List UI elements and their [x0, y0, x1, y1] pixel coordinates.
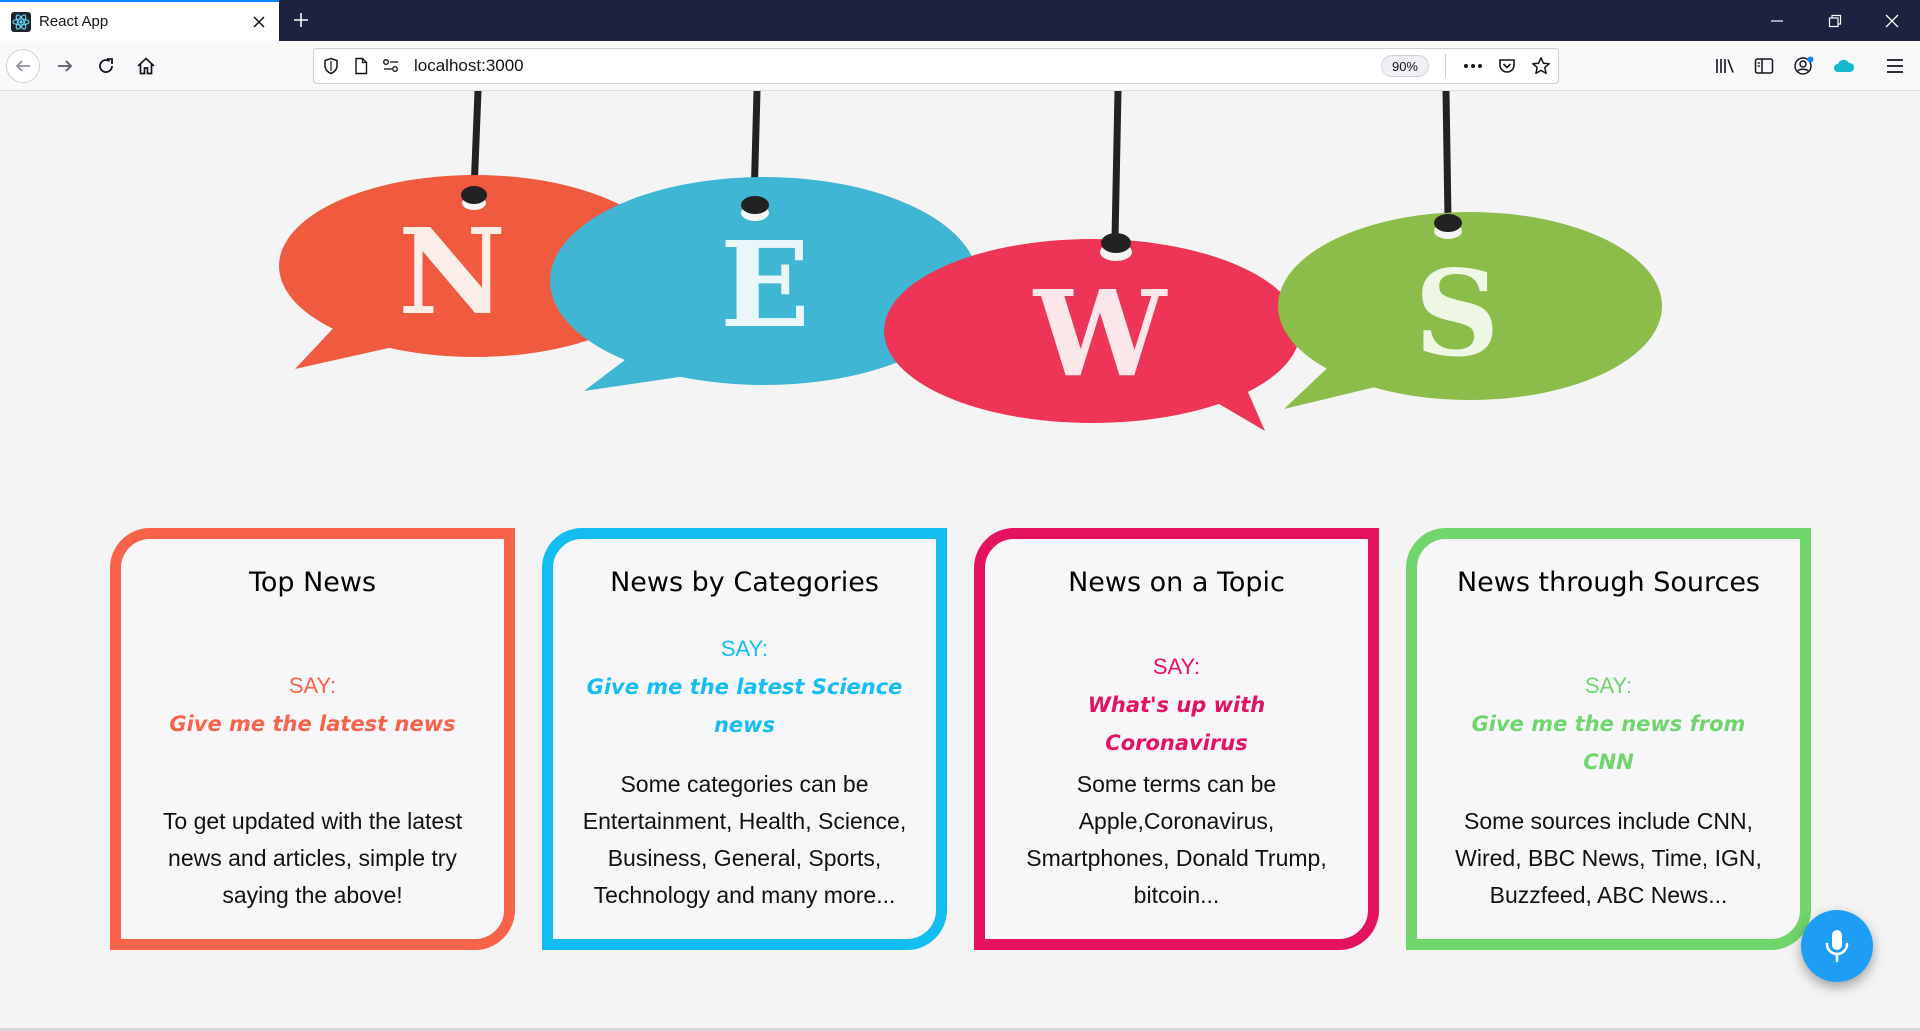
restore-button[interactable] [1807, 0, 1863, 41]
more-actions-icon[interactable] [1456, 49, 1490, 83]
reload-button[interactable] [89, 49, 123, 83]
card-title: News on a Topic [1068, 567, 1285, 598]
url-bar[interactable]: localhost:3000 90% [313, 48, 1559, 84]
card-description: Some sources include CNN, Wired, BBC New… [1455, 808, 1762, 908]
hero-letter-n: N [398, 202, 506, 341]
tab-close-icon[interactable] [247, 10, 271, 34]
menu-icon[interactable] [1878, 49, 1912, 83]
hero-bubble-w: W [884, 239, 1300, 431]
card-description: Some categories can be Entertainment, He… [582, 771, 907, 908]
hero-letter-w: W [1032, 264, 1168, 403]
forward-arrow-icon [58, 60, 73, 72]
close-window-button[interactable] [1864, 0, 1920, 41]
back-button[interactable] [6, 49, 40, 83]
browser-tab-strip: React App [0, 0, 1920, 41]
zoom-level-badge[interactable]: 90% [1380, 55, 1429, 77]
hero-letter-s: S [1414, 244, 1499, 383]
card-news-by-categories: News by Categories SAY: Give me the late… [542, 528, 947, 950]
forward-button[interactable] [48, 49, 82, 83]
sidebar-toggle-icon[interactable] [1747, 49, 1781, 83]
card-voice-phrase: Give me the news from CNN [1471, 712, 1746, 774]
library-icon[interactable] [1708, 49, 1742, 83]
browser-tab-active[interactable]: React App [0, 0, 279, 41]
back-arrow-icon [15, 60, 30, 72]
tab-title: React App [39, 13, 109, 30]
home-button[interactable] [129, 49, 163, 83]
reload-icon [99, 58, 113, 73]
react-icon [11, 11, 31, 32]
card-news-on-a-topic: News on a Topic SAY: What's up with Coro… [974, 528, 1379, 950]
page-content: N E W S Top News SAY: Give me the latest… [0, 91, 1920, 1031]
card-command: SAY: What's up with Coronavirus [1015, 654, 1338, 762]
card-description: Some terms can be Apple,Coronavirus, Sma… [1026, 771, 1327, 908]
cloud-extension-icon[interactable] [1827, 49, 1861, 83]
card-top-news: Top News SAY: Give me the latest news To… [110, 528, 515, 950]
home-icon [137, 57, 155, 75]
card-title: Top News [248, 567, 377, 598]
new-tab-button[interactable] [287, 6, 315, 34]
card-news-through-sources: News through Sources SAY: Give me the ne… [1406, 528, 1811, 950]
url-divider [1445, 54, 1446, 78]
microphone-icon [1825, 930, 1849, 963]
card-say-label: SAY: [1152, 654, 1201, 679]
card-say-label: SAY: [288, 673, 337, 698]
minimize-button[interactable] [1749, 0, 1805, 41]
bookmark-star-icon[interactable] [1524, 49, 1558, 83]
hero-bubble-s: S [1278, 212, 1662, 409]
hero-letter-e: E [720, 215, 810, 354]
account-icon[interactable] [1787, 49, 1821, 83]
permissions-icon[interactable] [378, 53, 404, 79]
card-voice-phrase: What's up with Coronavirus [1087, 693, 1266, 755]
card-description: To get updated with the latest news and … [162, 808, 463, 908]
card-say-label: SAY: [1584, 673, 1633, 698]
page-icon[interactable] [348, 53, 374, 79]
voice-assistant-button[interactable] [1801, 910, 1873, 982]
card-title: News through Sources [1456, 567, 1760, 598]
card-command: SAY: Give me the latest Science news [583, 636, 906, 744]
card-voice-phrase: Give me the latest Science news [586, 675, 903, 737]
card-command: SAY: Give me the latest news [151, 673, 474, 743]
card-command: SAY: Give me the news from CNN [1447, 673, 1770, 781]
pocket-icon[interactable] [1490, 49, 1524, 83]
url-text[interactable]: localhost:3000 [414, 56, 1381, 76]
news-hero-banner: N E W S [279, 91, 1662, 431]
card-voice-phrase: Give me the latest news [169, 712, 456, 736]
card-title: News by Categories [610, 567, 879, 598]
navigation-toolbar: localhost:3000 90% [0, 41, 1920, 91]
shield-icon[interactable] [318, 53, 344, 79]
card-say-label: SAY: [720, 636, 769, 661]
